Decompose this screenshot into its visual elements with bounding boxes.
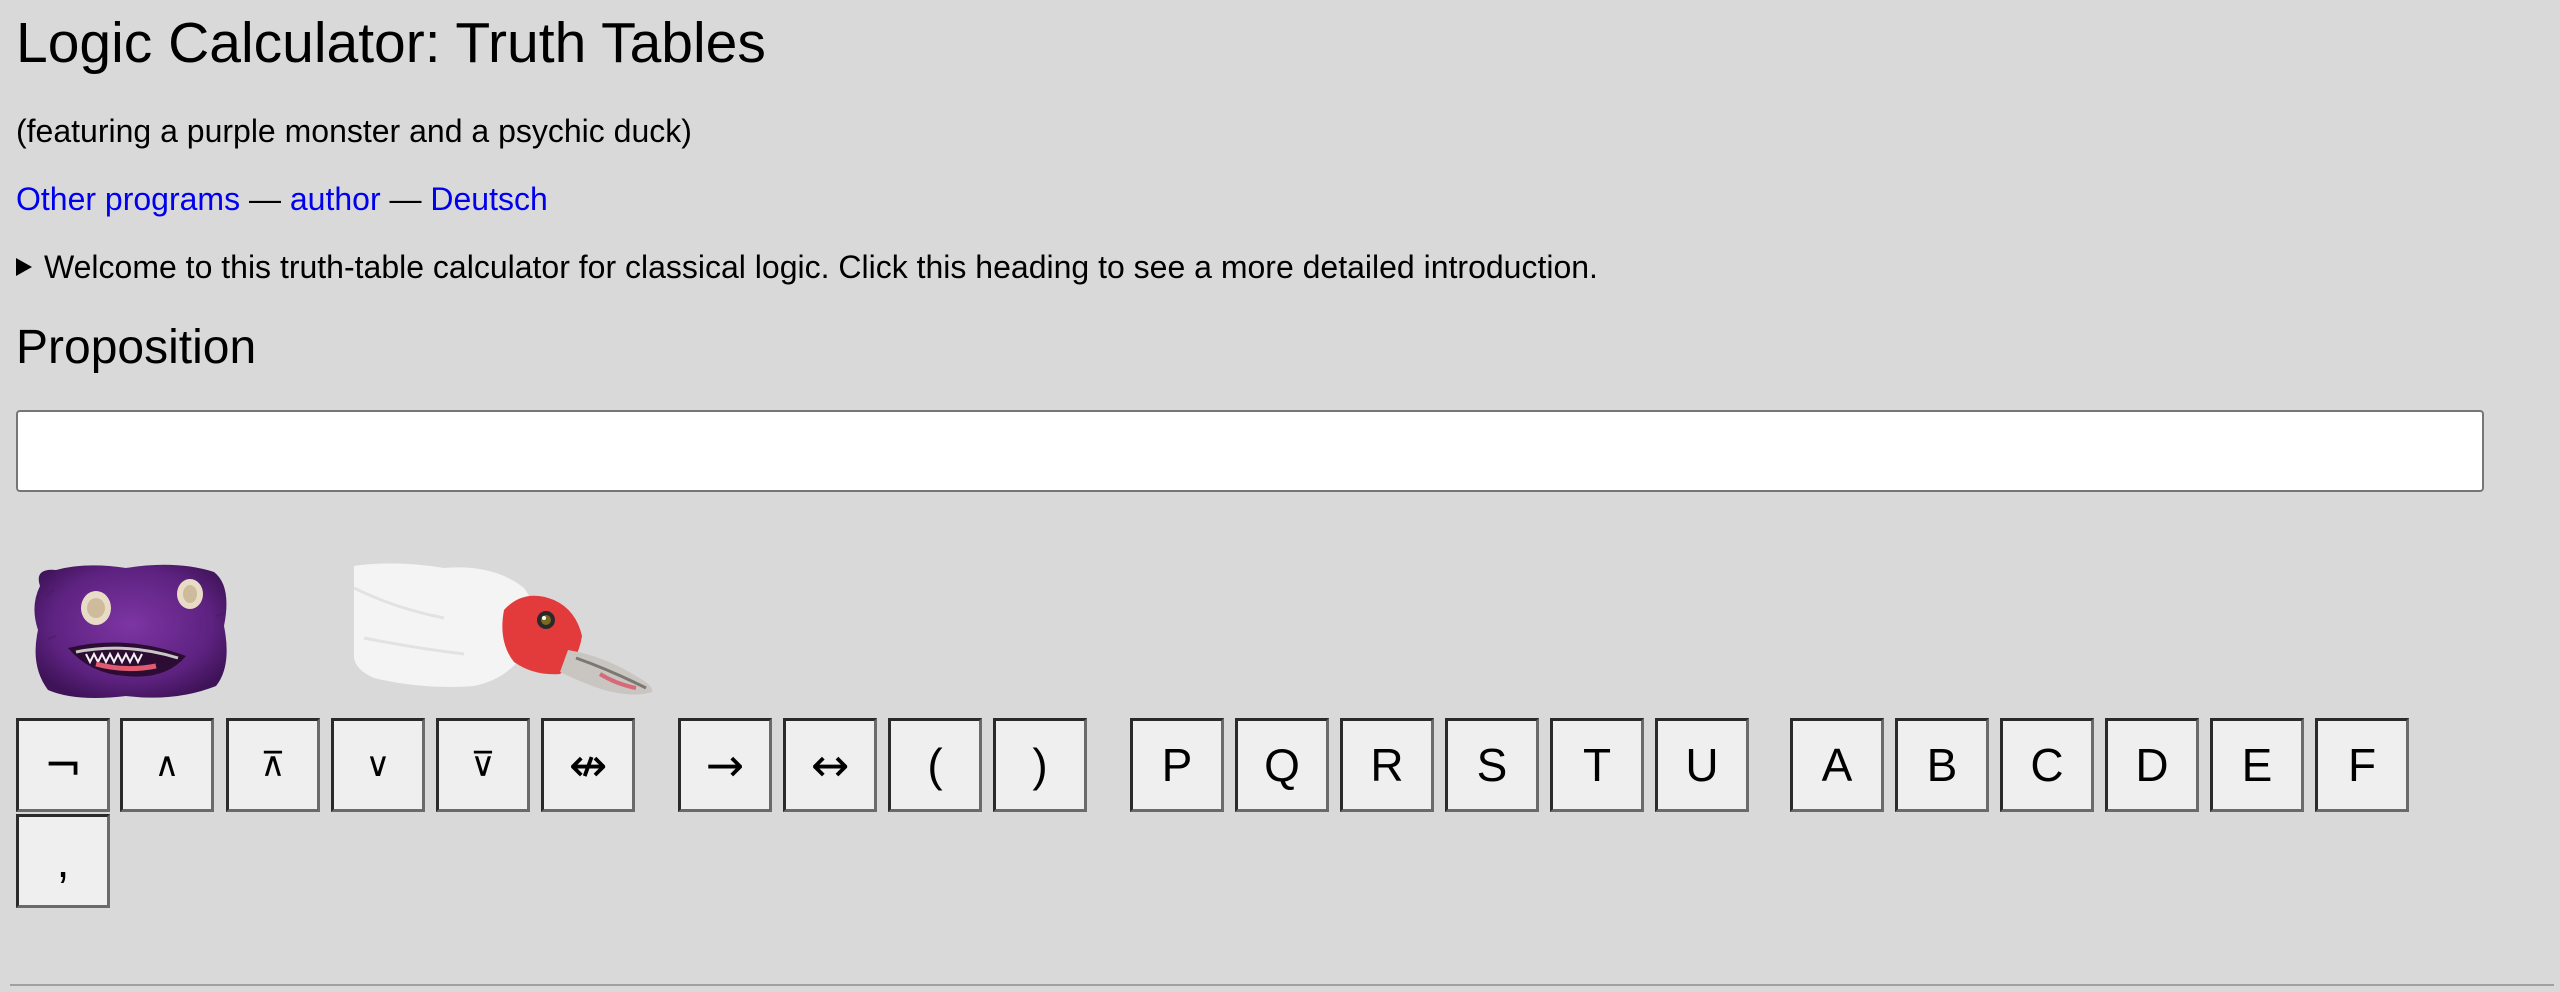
key-var-f[interactable]: F (2315, 718, 2409, 812)
key-nor[interactable]: ⊽ (436, 718, 530, 812)
psychic-duck-image (354, 563, 653, 695)
other-programs-link[interactable]: Other programs (16, 181, 240, 217)
link-separator: — (248, 181, 281, 217)
key-var-a[interactable]: A (1790, 718, 1884, 812)
page-title: Logic Calculator: Truth Tables (16, 11, 766, 75)
illustrations (16, 546, 2544, 706)
key-var-t[interactable]: T (1550, 718, 1644, 812)
nav-links: Other programs — author — Deutsch (16, 180, 2544, 218)
purple-monster-image (34, 564, 227, 698)
key-and[interactable]: ∧ (120, 718, 214, 812)
key-iff[interactable]: ↔ (783, 718, 877, 812)
key-not[interactable]: ¬ (16, 718, 110, 812)
key-open-paren[interactable]: ( (888, 718, 982, 812)
intro-summary: Welcome to this truth-table calculator f… (44, 249, 1598, 285)
key-or[interactable]: ∨ (331, 718, 425, 812)
key-close-paren[interactable]: ) (993, 718, 1087, 812)
disclosure-triangle-icon (16, 258, 32, 276)
key-var-r[interactable]: R (1340, 718, 1434, 812)
key-var-e[interactable]: E (2210, 718, 2304, 812)
key-implies[interactable]: → (678, 718, 772, 812)
divider (10, 984, 2554, 986)
page: Logic Calculator: Truth Tables (featurin… (0, 0, 2560, 992)
key-xor[interactable]: ↮ (541, 718, 635, 812)
key-var-d[interactable]: D (2105, 718, 2199, 812)
key-comma[interactable]: , (16, 814, 110, 908)
page-subtitle: (featuring a purple monster and a psychi… (16, 113, 692, 149)
key-var-u[interactable]: U (1655, 718, 1749, 812)
link-separator: — (389, 181, 422, 217)
key-var-c[interactable]: C (2000, 718, 2094, 812)
key-var-b[interactable]: B (1895, 718, 1989, 812)
intro-disclosure[interactable]: Welcome to this truth-table calculator f… (16, 248, 2544, 286)
key-nand[interactable]: ⊼ (226, 718, 320, 812)
key-var-p[interactable]: P (1130, 718, 1224, 812)
author-link[interactable]: author (290, 181, 381, 217)
proposition-heading: Proposition (16, 321, 257, 374)
symbol-keypad: ¬ ∧ ⊼ ∨ ⊽ ↮ → ↔ ( ) P Q R S T U A B C D … (16, 718, 2544, 918)
deutsch-link[interactable]: Deutsch (430, 181, 547, 217)
key-var-s[interactable]: S (1445, 718, 1539, 812)
key-var-q[interactable]: Q (1235, 718, 1329, 812)
proposition-input[interactable] (16, 410, 2484, 492)
